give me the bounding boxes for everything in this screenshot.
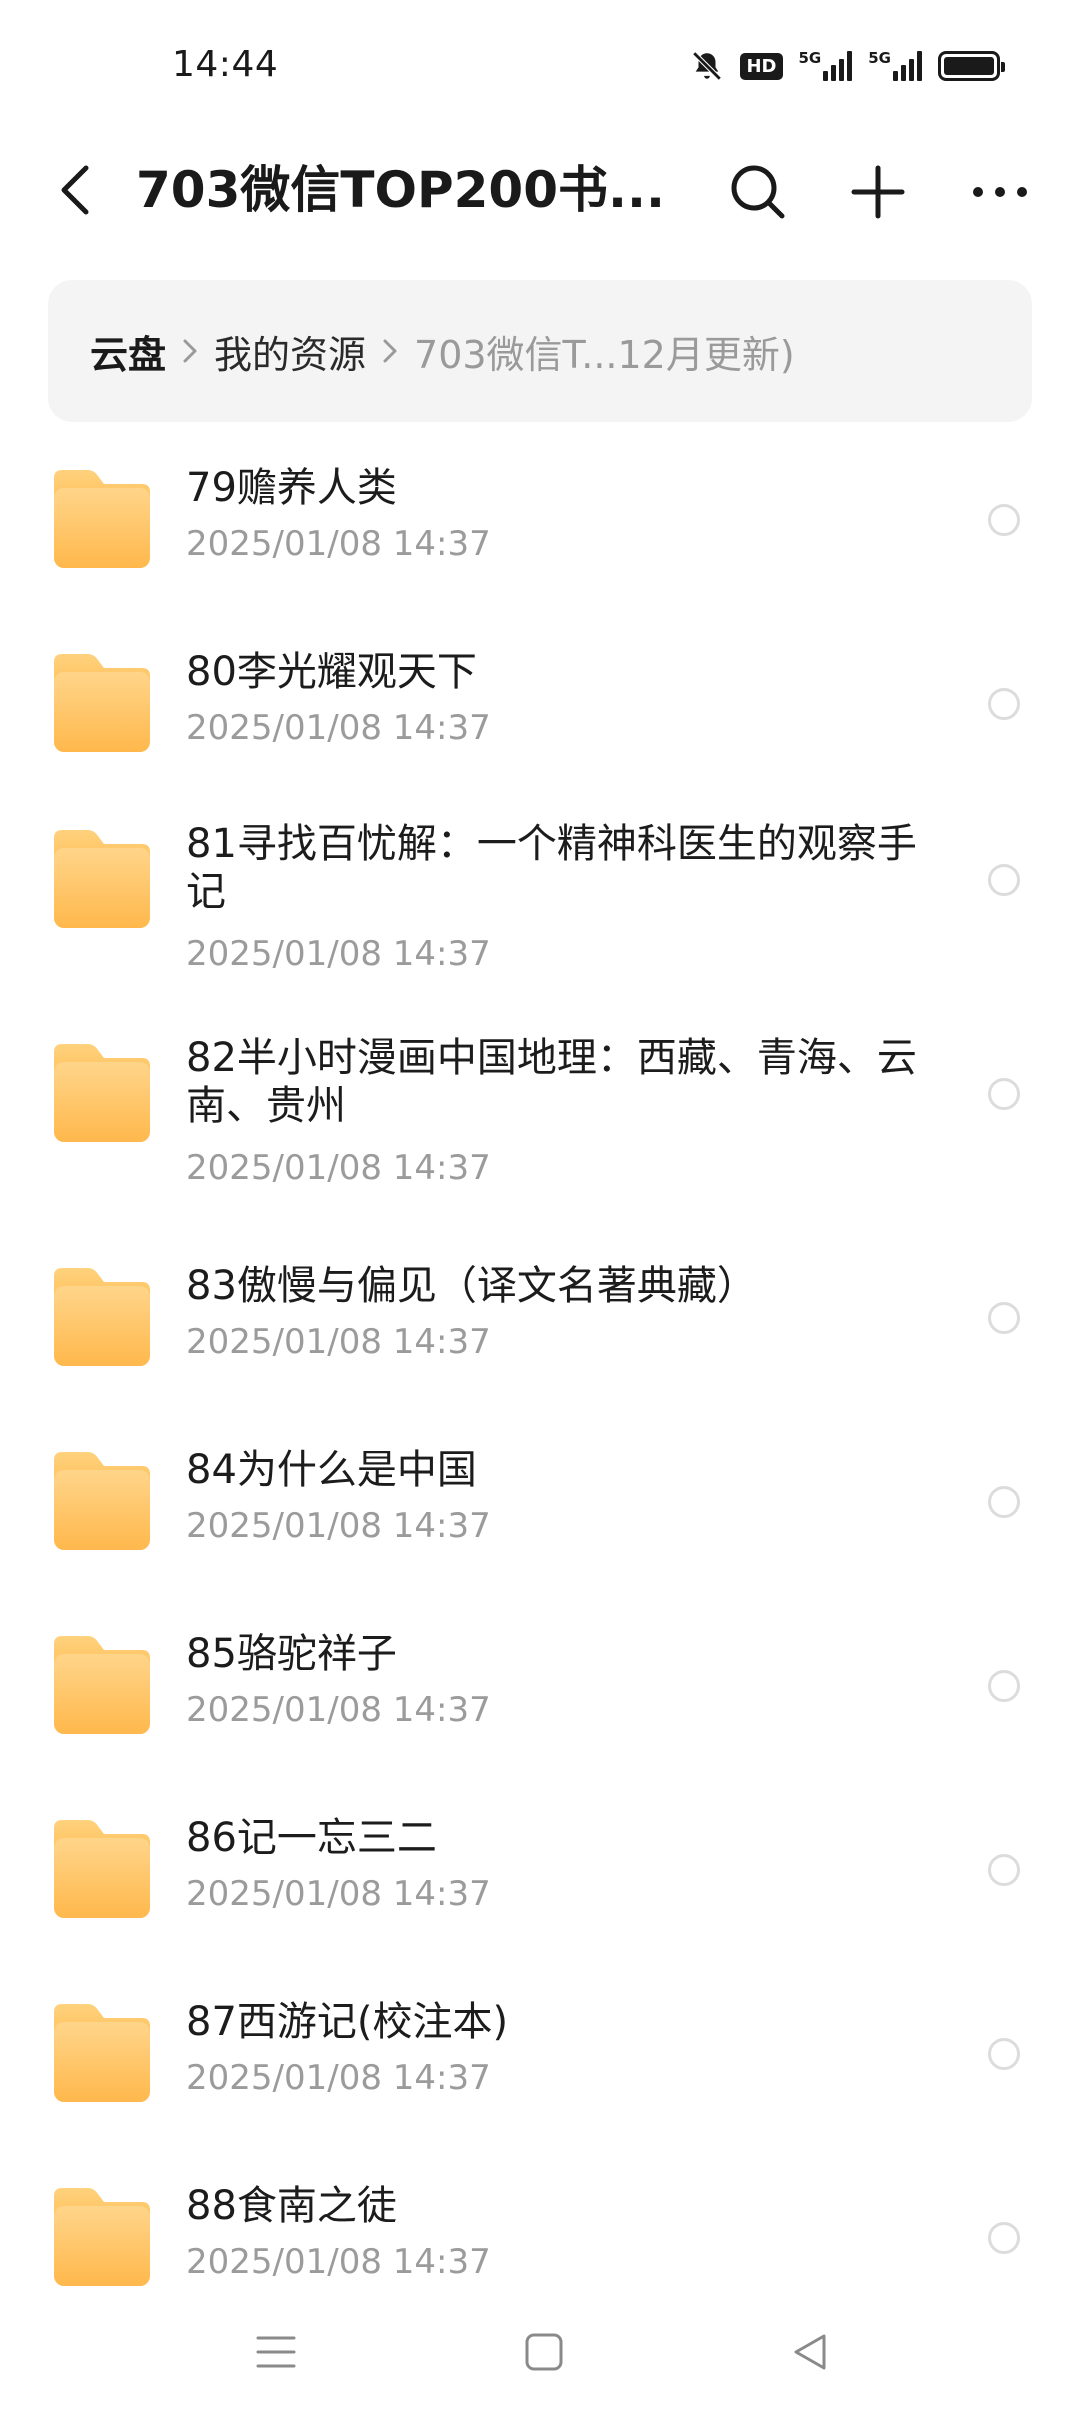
file-name: 87西游记(校注本) bbox=[186, 1999, 509, 2045]
bell-muted-icon bbox=[690, 49, 724, 83]
file-date: 2025/01/08 14:37 bbox=[186, 2242, 491, 2282]
folder-icon bbox=[54, 1820, 150, 1918]
select-checkbox[interactable] bbox=[988, 1486, 1020, 1518]
network-type-label: 5G bbox=[868, 49, 891, 67]
select-checkbox[interactable] bbox=[988, 1854, 1020, 1886]
list-item[interactable]: 81寻找百忧解：一个精神科医生的观察手记 2025/01/08 14:37 bbox=[0, 800, 1080, 996]
folder-icon bbox=[54, 1044, 150, 1142]
select-checkbox[interactable] bbox=[988, 864, 1020, 896]
breadcrumb-root[interactable]: 云盘 bbox=[90, 324, 166, 379]
file-date: 2025/01/08 14:37 bbox=[186, 2058, 491, 2098]
file-name: 81寻找百忧解：一个精神科医生的观察手记 bbox=[186, 821, 917, 915]
list-item[interactable]: 84为什么是中国 2025/01/08 14:37 bbox=[0, 1422, 1080, 1582]
triangle-back-icon bbox=[794, 2334, 826, 2370]
chevron-right-icon bbox=[382, 337, 398, 365]
search-button[interactable] bbox=[726, 160, 790, 224]
breadcrumb: 云盘 我的资源 703微信T...12月更新) bbox=[48, 280, 1032, 422]
status-time: 14:44 bbox=[172, 44, 279, 85]
list-item[interactable]: 85骆驼祥子 2025/01/08 14:37 bbox=[0, 1606, 1080, 1766]
signal-5g-icon: 5G bbox=[798, 49, 853, 81]
file-name: 82半小时漫画中国地理：西藏、青海、云南、贵州 bbox=[186, 1035, 917, 1129]
page-title: 703微信TOP200书... bbox=[136, 161, 665, 219]
select-checkbox[interactable] bbox=[988, 2222, 1020, 2254]
hd-icon: HD bbox=[740, 52, 783, 80]
folder-icon bbox=[54, 2188, 150, 2286]
back-button[interactable] bbox=[46, 160, 106, 220]
folder-icon bbox=[54, 470, 150, 568]
square-home-icon bbox=[525, 2333, 563, 2371]
list-item[interactable]: 83傲慢与偏见（译文名著典藏） 2025/01/08 14:37 bbox=[0, 1238, 1080, 1398]
status-bar: 14:44 HD 5G 5G bbox=[0, 0, 1080, 140]
chevron-left-icon bbox=[61, 165, 89, 215]
folder-icon bbox=[54, 830, 150, 928]
select-checkbox[interactable] bbox=[988, 2038, 1020, 2070]
status-icons: HD 5G 5G bbox=[690, 46, 1005, 86]
network-type-label: 5G bbox=[798, 49, 822, 67]
file-date: 2025/01/08 14:37 bbox=[186, 1874, 491, 1914]
plus-icon bbox=[851, 165, 905, 219]
title-bar: 703微信TOP200书... bbox=[0, 140, 1080, 240]
file-name: 85骆驼祥子 bbox=[186, 1631, 397, 1677]
chevron-right-icon bbox=[182, 337, 198, 365]
system-nav-bar bbox=[0, 2300, 1080, 2412]
nav-home-button[interactable] bbox=[514, 2322, 574, 2382]
file-date: 2025/01/08 14:37 bbox=[186, 1148, 491, 1188]
file-date: 2025/01/08 14:37 bbox=[186, 934, 491, 974]
nav-menu-button[interactable] bbox=[246, 2322, 306, 2382]
breadcrumb-current: 703微信T...12月更新) bbox=[414, 332, 795, 377]
add-button[interactable] bbox=[846, 160, 910, 224]
file-date: 2025/01/08 14:37 bbox=[186, 1322, 491, 1362]
file-name: 83傲慢与偏见（译文名著典藏） bbox=[186, 1263, 757, 1309]
folder-icon bbox=[54, 1452, 150, 1550]
folder-icon bbox=[54, 654, 150, 752]
list-item[interactable]: 87西游记(校注本) 2025/01/08 14:37 bbox=[0, 1974, 1080, 2134]
search-icon bbox=[731, 165, 785, 219]
file-name: 79赡养人类 bbox=[186, 465, 397, 511]
select-checkbox[interactable] bbox=[988, 1302, 1020, 1334]
more-horizontal-icon bbox=[973, 187, 1027, 197]
list-item[interactable]: 82半小时漫画中国地理：西藏、青海、云南、贵州 2025/01/08 14:37 bbox=[0, 1014, 1080, 1210]
breadcrumb-mid[interactable]: 我的资源 bbox=[214, 324, 366, 379]
file-date: 2025/01/08 14:37 bbox=[186, 708, 491, 748]
file-date: 2025/01/08 14:37 bbox=[186, 1690, 491, 1730]
list-item[interactable]: 86记一忘三二 2025/01/08 14:37 bbox=[0, 1790, 1080, 1950]
signal-5g-icon: 5G bbox=[868, 49, 922, 81]
file-name: 84为什么是中国 bbox=[186, 1447, 477, 1493]
file-name: 88食南之徒 bbox=[186, 2183, 397, 2229]
file-name: 80李光耀观天下 bbox=[186, 649, 477, 695]
folder-icon bbox=[54, 2004, 150, 2102]
battery-icon bbox=[938, 51, 1005, 81]
folder-icon bbox=[54, 1268, 150, 1366]
select-checkbox[interactable] bbox=[988, 1078, 1020, 1110]
select-checkbox[interactable] bbox=[988, 1670, 1020, 1702]
menu-icon bbox=[256, 2336, 296, 2368]
folder-icon bbox=[54, 1636, 150, 1734]
nav-back-button[interactable] bbox=[780, 2322, 840, 2382]
select-checkbox[interactable] bbox=[988, 504, 1020, 536]
list-item[interactable]: 88食南之徒 2025/01/08 14:37 bbox=[0, 2158, 1080, 2318]
list-item[interactable]: 80李光耀观天下 2025/01/08 14:37 bbox=[0, 624, 1080, 784]
more-button[interactable] bbox=[968, 160, 1032, 224]
file-date: 2025/01/08 14:37 bbox=[186, 1506, 491, 1546]
file-name: 86记一忘三二 bbox=[186, 1815, 437, 1861]
file-date: 2025/01/08 14:37 bbox=[186, 524, 491, 564]
list-item[interactable]: 79赡养人类 2025/01/08 14:37 bbox=[0, 440, 1080, 600]
select-checkbox[interactable] bbox=[988, 688, 1020, 720]
